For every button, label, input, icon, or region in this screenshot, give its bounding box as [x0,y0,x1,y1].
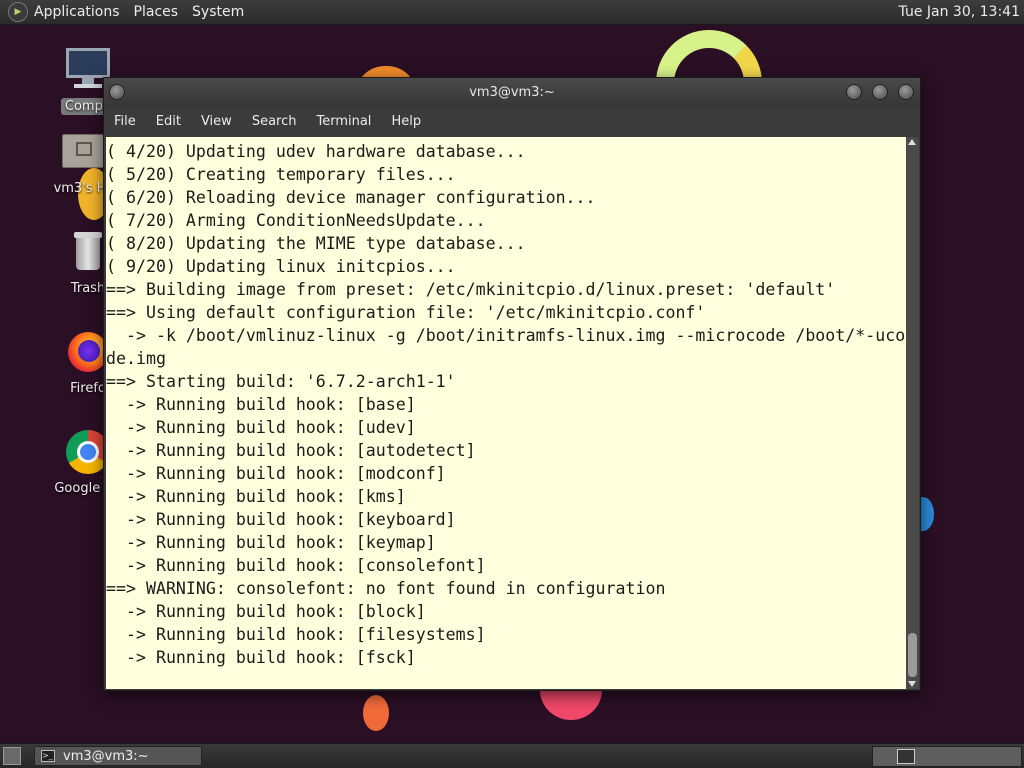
terminal-line: -> Running build hook: [modconf] [106,464,446,483]
taskbar-item-label: vm3@vm3:~ [63,748,149,764]
workspace-switcher[interactable] [872,746,1022,767]
terminal-menubar: File Edit View Search Terminal Help [104,107,920,136]
terminal-line: -> Running build hook: [udev] [106,418,416,437]
window-title: vm3@vm3:~ [469,85,555,100]
close-button[interactable] [898,84,914,100]
taskbar-item-terminal[interactable]: >_ vm3@vm3:~ [34,746,202,766]
terminal-line: ( 5/20) Creating temporary files... [106,165,456,184]
scroll-down-icon[interactable] [908,681,916,687]
terminal-line: -> Running build hook: [consolefont] [106,556,486,575]
terminal-line: -> Running build hook: [keyboard] [106,510,456,529]
show-desktop-icon[interactable] [3,747,21,765]
wallpaper-blob [363,695,389,731]
clock[interactable]: Tue Jan 30, 13:41 [899,4,1020,20]
menu-view[interactable]: View [191,114,242,129]
terminal-line: ( 4/20) Updating udev hardware database.… [106,142,526,161]
terminal-line: ==> Using default configuration file: '/… [106,303,706,322]
scroll-up-icon[interactable] [908,139,916,145]
terminal-scrollbar[interactable] [906,137,919,689]
menu-help[interactable]: Help [381,114,431,129]
system-menu[interactable]: System [192,2,244,22]
terminal-icon: >_ [41,750,55,762]
terminal-line: -> -k /boot/vmlinuz-linux -g /boot/initr… [106,326,906,345]
menu-file[interactable]: File [104,114,146,129]
terminal-line: -> Running build hook: [keymap] [106,533,436,552]
terminal-line: -> Running build hook: [base] [106,395,416,414]
terminal-text: ( 4/20) Updating udev hardware database.… [106,137,907,669]
terminal-window[interactable]: vm3@vm3:~ File Edit View Search Terminal… [103,77,921,691]
terminal-line: ( 9/20) Updating linux initcpios... [106,257,456,276]
terminal-line: -> Running build hook: [autodetect] [106,441,476,460]
terminal-line: ==> WARNING: consolefont: no font found … [106,579,666,598]
window-titlebar[interactable]: vm3@vm3:~ [104,78,920,107]
terminal-line: -> Running build hook: [fsck] [106,648,416,667]
maximize-button[interactable] [872,84,888,100]
home-folder-icon [60,128,108,176]
menu-edit[interactable]: Edit [146,114,191,129]
terminal-line: -> Running build hook: [filesystems] [106,625,486,644]
workspace-switcher-icon[interactable] [897,749,915,764]
terminal-line: -> Running build hook: [kms] [106,487,406,506]
menu-search[interactable]: Search [242,114,307,129]
places-menu[interactable]: Places [134,2,179,22]
terminal-line: -> Running build hook: [block] [106,602,426,621]
bottom-panel: >_ vm3@vm3:~ [0,743,1024,768]
terminal-line: ( 8/20) Updating the MIME type database.… [106,234,526,253]
distro-logo-icon[interactable]: ▶ [8,2,28,22]
minimize-button[interactable] [846,84,862,100]
scrollbar-thumb[interactable] [908,633,917,677]
terminal-line: ( 7/20) Arming ConditionNeedsUpdate... [106,211,486,230]
terminal-line: ( 6/20) Reloading device manager configu… [106,188,596,207]
terminal-line: de.img [106,349,166,368]
top-panel: ▶ Applications Places System Tue Jan 30,… [0,0,1024,25]
terminal-line: ==> Building image from preset: /etc/mki… [106,280,836,299]
terminal-output[interactable]: ( 4/20) Updating udev hardware database.… [106,137,907,689]
terminal-line: ==> Starting build: '6.7.2-arch1-1' [106,372,456,391]
applications-menu[interactable]: Applications [34,2,120,22]
menu-terminal[interactable]: Terminal [306,114,381,129]
